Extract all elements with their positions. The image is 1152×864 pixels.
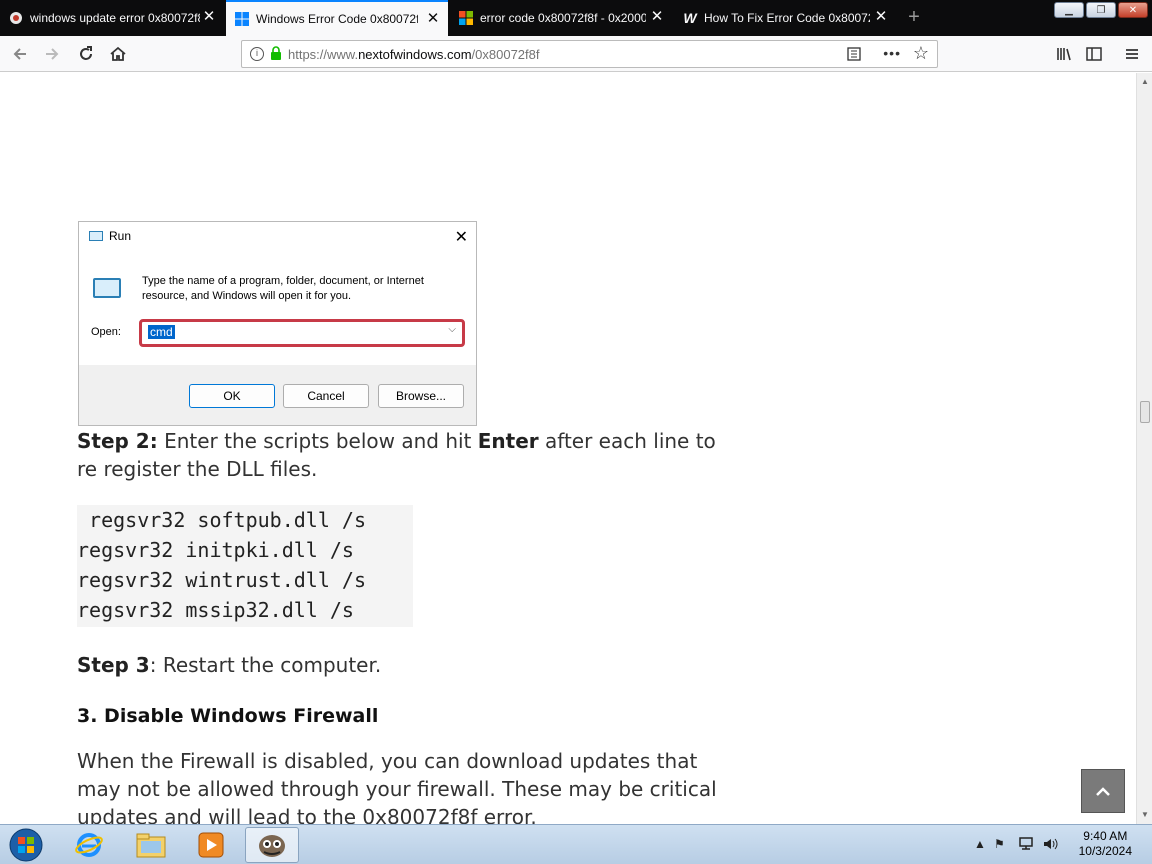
close-tab-icon[interactable]: ✕	[426, 11, 440, 26]
vertical-scrollbar[interactable]: ▲ ▼	[1136, 73, 1152, 824]
bookmark-star-icon[interactable]: ☆	[913, 43, 929, 64]
code-line: regsvr32 mssip32.dll /s	[77, 598, 354, 622]
show-hidden-icons-button[interactable]: ▲	[974, 837, 986, 851]
open-label: Open:	[91, 326, 121, 338]
network-icon[interactable]	[1018, 837, 1034, 854]
section-heading: 3. Disable Windows Firewall	[77, 705, 379, 727]
window-controls: ▁ ❐ ✕	[1054, 2, 1148, 18]
taskbar: ▲ ⚑ 9:40 AM 10/3/2024	[0, 824, 1152, 864]
scrollbar-thumb[interactable]	[1140, 401, 1150, 423]
run-large-icon	[93, 278, 121, 298]
ok-button: OK	[189, 384, 275, 408]
windows-start-orb-icon	[9, 828, 43, 862]
step3-label: Step 3	[77, 653, 150, 677]
restore-button[interactable]: ❐	[1086, 2, 1116, 18]
run-app-icon	[89, 231, 103, 241]
url-text: https://www.nextofwindows.com/0x80072f8f	[288, 46, 540, 62]
home-icon	[110, 46, 126, 61]
scroll-to-top-button[interactable]	[1081, 769, 1125, 813]
windows-logo-icon	[234, 11, 250, 27]
file-explorer-taskbar-icon[interactable]	[124, 827, 178, 863]
start-button[interactable]	[0, 827, 52, 863]
reload-button[interactable]	[74, 42, 98, 66]
page-actions-icon[interactable]: •••	[883, 45, 901, 61]
run-dialog-title: Run	[109, 229, 132, 243]
w-logo-icon: W	[683, 10, 697, 26]
lock-icon	[270, 45, 282, 63]
firewall-paragraph: When the Firewall is disabled, you can d…	[77, 749, 717, 824]
tab-title: Windows Error Code 0x80072f8f	[256, 12, 418, 26]
code-line: regsvr32 wintrust.dll /s	[77, 568, 366, 592]
internet-explorer-taskbar-icon[interactable]	[62, 827, 116, 863]
library-button[interactable]	[1052, 42, 1076, 66]
volume-icon[interactable]	[1042, 837, 1058, 854]
open-input-value: cmd	[148, 325, 175, 339]
home-button[interactable]	[106, 42, 130, 66]
back-arrow-icon	[13, 48, 26, 60]
forward-arrow-icon	[46, 48, 59, 60]
tab-strip: windows update error 0x80072f8f ✕ Window…	[0, 0, 1152, 36]
menu-button[interactable]	[1120, 42, 1144, 66]
media-player-taskbar-icon[interactable]	[184, 827, 238, 863]
tab-title: error code 0x80072f8f - 0x20000	[480, 11, 646, 25]
system-clock[interactable]: 9:40 AM 10/3/2024	[1079, 829, 1132, 859]
navigation-toolbar: i https://www.nextofwindows.com/0x80072f…	[0, 36, 1152, 72]
open-combobox: cmd ⌵	[139, 319, 465, 347]
clock-date: 10/3/2024	[1078, 844, 1132, 858]
shield-icon	[8, 10, 24, 26]
code-line: regsvr32 initpki.dll /s	[77, 538, 354, 562]
close-window-button[interactable]: ✕	[1118, 2, 1148, 18]
sidebar-button[interactable]	[1082, 42, 1106, 66]
info-icon[interactable]: i	[250, 47, 264, 61]
minimize-button[interactable]: ▁	[1054, 2, 1084, 18]
microsoft-logo-icon	[458, 10, 474, 26]
run-dialog-description: Type the name of a program, folder, docu…	[142, 275, 424, 302]
new-tab-button[interactable]: +	[902, 6, 926, 30]
close-tab-icon[interactable]: ✕	[202, 9, 216, 24]
enter-keyword: Enter	[477, 429, 539, 453]
code-block: regsvr32 softpub.dll /s regsvr32 initpki…	[77, 505, 413, 627]
close-tab-icon[interactable]: ✕	[650, 9, 664, 24]
chevron-up-icon	[1096, 787, 1110, 796]
back-button[interactable]	[8, 42, 32, 66]
browse-button: Browse...	[378, 384, 464, 408]
tab-title: windows update error 0x80072f8f	[30, 11, 200, 25]
step2-text: Enter the scripts below and hit	[157, 429, 478, 453]
address-bar[interactable]: i https://www.nextofwindows.com/0x80072f…	[241, 40, 938, 68]
code-line: regsvr32 softpub.dll /s	[77, 508, 366, 532]
tab-2[interactable]: error code 0x80072f8f - 0x20000 ✕	[450, 0, 672, 36]
tab-0[interactable]: windows update error 0x80072f8f ✕	[0, 0, 224, 36]
scroll-down-arrow-icon[interactable]: ▼	[1137, 808, 1152, 822]
app-taskbar-icon[interactable]	[245, 827, 299, 863]
sidebar-icon	[1086, 47, 1102, 61]
cancel-button: Cancel	[283, 384, 369, 408]
run-dialog-screenshot: Run ✕ Type the name of a program, folder…	[78, 221, 477, 426]
hamburger-menu-icon	[1126, 49, 1138, 59]
step2-paragraph: Step 2: Enter the scripts below and hit …	[77, 427, 717, 483]
run-dialog-titlebar: Run ✕	[79, 222, 476, 250]
library-icon	[1057, 48, 1071, 61]
close-icon: ✕	[454, 229, 468, 246]
step2-label: Step 2:	[77, 429, 158, 453]
clock-time: 9:40 AM	[1083, 829, 1128, 843]
tab-3[interactable]: W How To Fix Error Code 0x80072f8f ✕	[674, 0, 896, 36]
action-center-flag-icon[interactable]: ⚑	[994, 837, 1005, 851]
tab-title: How To Fix Error Code 0x80072f8f	[704, 11, 870, 25]
reload-icon	[80, 46, 92, 60]
chevron-down-icon: ⌵	[448, 324, 456, 335]
tab-1[interactable]: Windows Error Code 0x80072f8f ✕	[226, 0, 448, 36]
close-tab-icon[interactable]: ✕	[874, 9, 888, 24]
step3-text: : Restart the computer.	[149, 653, 382, 677]
forward-button[interactable]	[40, 42, 64, 66]
scroll-up-arrow-icon[interactable]: ▲	[1137, 75, 1152, 89]
reader-view-icon[interactable]	[847, 47, 861, 64]
step3-paragraph: Step 3: Restart the computer.	[77, 651, 381, 679]
web-page-content: Run ✕ Type the name of a program, folder…	[0, 73, 1136, 824]
